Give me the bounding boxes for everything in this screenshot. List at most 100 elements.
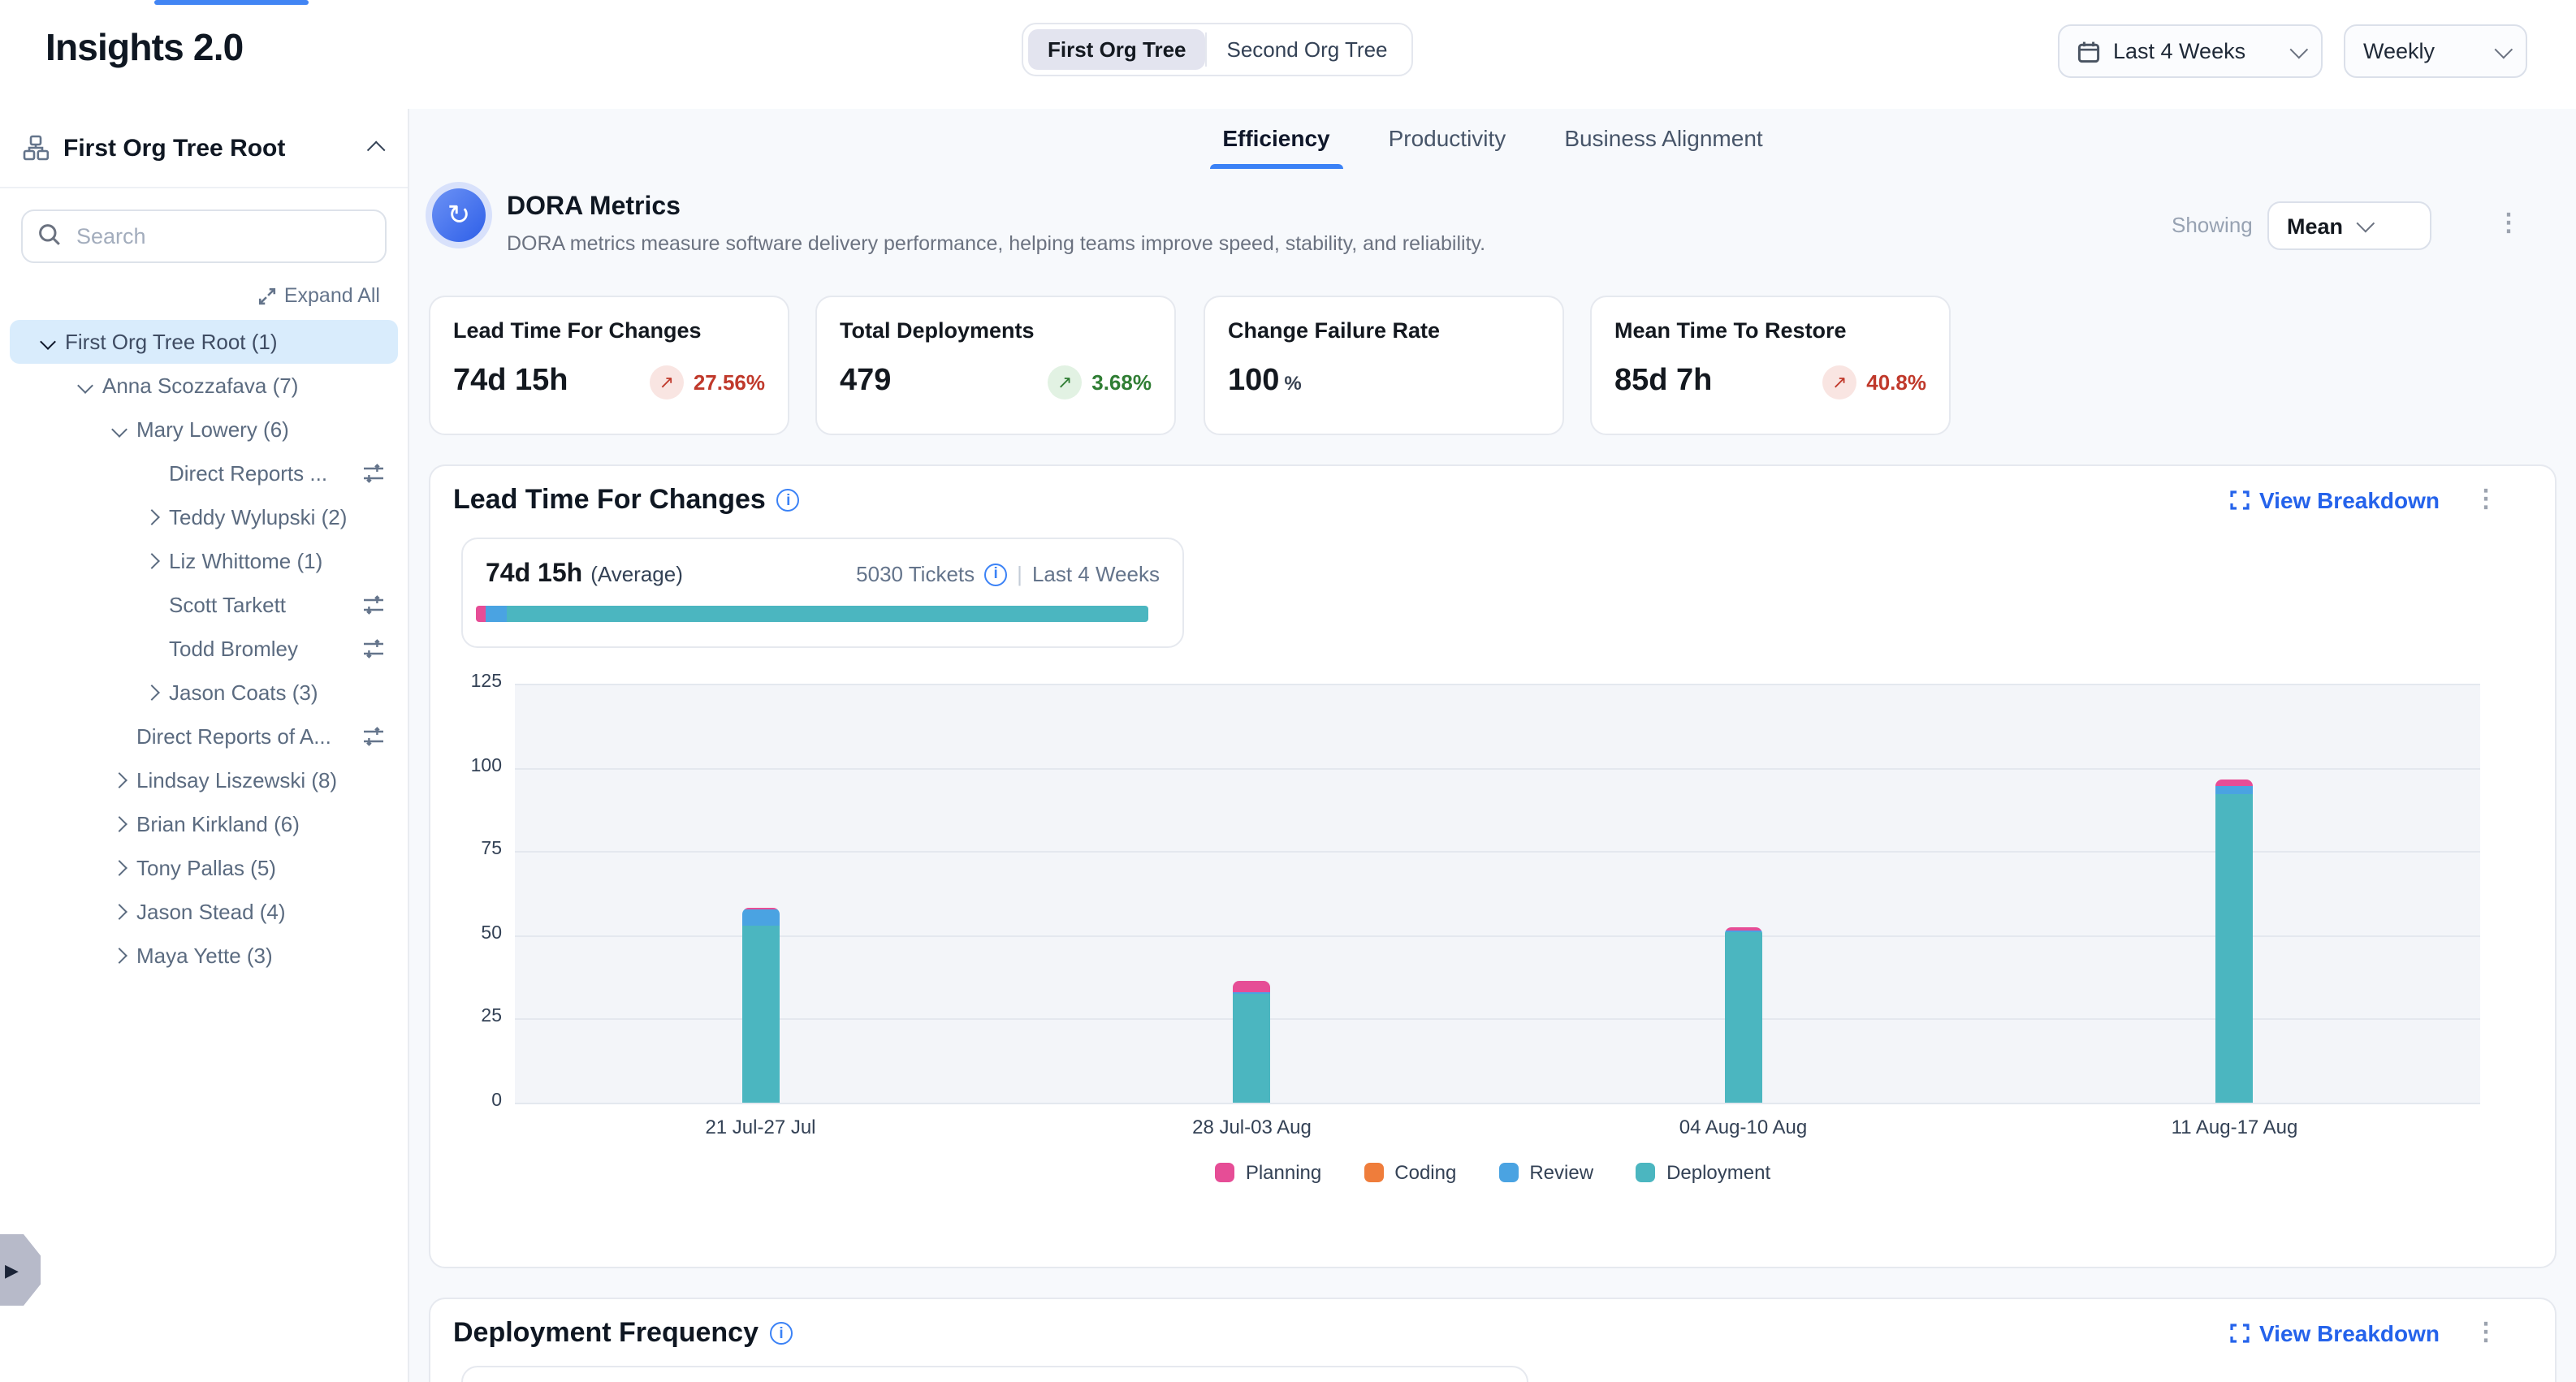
info-icon[interactable]: i [777,489,800,512]
tree-item-anna-scozzafava-7[interactable]: Anna Scozzafava (7) [10,364,398,408]
deployment-frequency-kebab-menu[interactable]: ⋮ [2474,1320,2498,1345]
legend-label: Review [1529,1161,1593,1184]
dora-metrics-description: DORA metrics measure software delivery p… [507,232,1485,255]
tab-efficiency[interactable]: Efficiency [1222,109,1329,169]
filter-sliders-icon[interactable] [362,638,385,659]
tree-item-label: Scott Tarkett [169,593,286,617]
lead-time-kebab-menu[interactable]: ⋮ [2474,487,2498,512]
tab-business-alignment[interactable]: Business Alignment [1564,109,1762,169]
tree-item-label: Direct Reports of A... [136,724,331,749]
legend-item-review[interactable]: Review [1498,1161,1593,1184]
chevron-right-icon[interactable] [107,818,130,830]
y-tick-label: 125 [430,672,502,692]
dora-kebab-menu[interactable]: ⋮ [2496,211,2521,235]
expand-all-button[interactable]: Expand All [0,284,380,307]
bar-segment-deployment [1234,994,1271,1103]
tree-item-label: Maya Yette (3) [136,944,273,968]
tree-item-teddy-wylupski-2[interactable]: Teddy Wylupski (2) [10,495,398,539]
legend-item-coding[interactable]: Coding [1364,1161,1456,1184]
tree-item-brian-kirkland-6[interactable]: Brian Kirkland (6) [10,802,398,846]
org-tree-icon [23,135,49,161]
granularity-select[interactable]: Weekly [2344,24,2527,78]
lead-time-view-breakdown[interactable]: View Breakdown [2230,487,2440,513]
legend-swatch [1215,1163,1234,1182]
chevron-right-icon[interactable] [140,687,162,698]
chart-bar-2[interactable] [1234,981,1271,1103]
bar-segment-planning [1234,981,1271,991]
summary-period: Last 4 Weeks [1032,562,1160,586]
deployment-frequency-view-breakdown[interactable]: View Breakdown [2230,1320,2440,1346]
view-breakdown-label: View Breakdown [2259,1320,2440,1346]
chevron-down-icon[interactable] [107,424,130,435]
chevron-right-icon[interactable] [107,906,130,918]
showing-select[interactable]: Mean [2267,201,2431,250]
trend-percent: 3.68% [1091,369,1152,394]
chevron-right-icon[interactable] [107,862,130,874]
chart-legend: Planning Coding Review Deployment [430,1161,2555,1184]
org-tree-toggle-second[interactable]: Second Org Tree [1208,29,1407,70]
tree-item-first-org-tree-root-1[interactable]: First Org Tree Root (1) [10,320,398,364]
tree-item-direct-reports[interactable]: Direct Reports ... [10,451,398,495]
tree-item-mary-lowery-6[interactable]: Mary Lowery (6) [10,408,398,451]
tree-item-label: Direct Reports ... [169,461,327,486]
metric-card-title: Lead Time For Changes [453,318,765,343]
info-icon[interactable]: i [770,1322,793,1345]
tree-item-tony-pallas-5[interactable]: Tony Pallas (5) [10,846,398,890]
chart-bar-3[interactable] [1725,927,1762,1103]
date-range-select[interactable]: Last 4 Weeks [2058,24,2323,78]
tree-item-scott-tarkett[interactable]: Scott Tarkett [10,583,398,627]
deployment-frequency-panel: Deployment Frequency i View Breakdown ⋮ [429,1298,2557,1382]
summary-bar-segment-review [486,606,507,622]
chevron-up-icon[interactable] [367,141,386,160]
legend-item-deployment[interactable]: Deployment [1636,1161,1770,1184]
tree-item-todd-bromley[interactable]: Todd Bromley [10,627,398,671]
org-tree-toggle-first[interactable]: First Org Tree [1028,29,1206,70]
triangle-right-icon: ▶ [5,1259,19,1281]
chevron-right-icon[interactable] [107,950,130,961]
chart-bar-1[interactable] [742,908,780,1103]
chevron-down-icon[interactable] [36,336,58,348]
filter-sliders-icon[interactable] [362,594,385,615]
main-content: Efficiency Productivity Business Alignment… [409,109,2576,1382]
filter-sliders-icon[interactable] [362,463,385,484]
filter-sliders-icon[interactable] [362,726,385,747]
metric-card-value: 479 [840,364,891,399]
legend-item-planning[interactable]: Planning [1215,1161,1321,1184]
org-tree-sidebar: First Org Tree Root Expand All First Org… [0,109,409,1382]
top-loading-bar [154,0,309,5]
tree-item-jason-coats-3[interactable]: Jason Coats (3) [10,671,398,715]
tree-item-liz-whittome-1[interactable]: Liz Whittome (1) [10,539,398,583]
chevron-down-icon[interactable] [73,380,96,391]
deployment-summary-card-partial [461,1366,1528,1382]
trend-badge: ↗40.8% [1822,365,1926,399]
tree-item-jason-stead-4[interactable]: Jason Stead (4) [10,890,398,934]
sidebar-header[interactable]: First Org Tree Root [0,109,408,188]
summary-stacked-bar [476,606,1148,622]
chart-bar-4[interactable] [2216,780,2254,1103]
tab-productivity[interactable]: Productivity [1389,109,1506,169]
gridline [515,1103,2480,1104]
chevron-right-icon[interactable] [140,512,162,523]
bar-segment-planning [2216,780,2254,785]
chevron-right-icon[interactable] [140,555,162,567]
showing-label: Showing [2172,213,2253,237]
info-icon[interactable]: i [984,563,1007,585]
metric-card-value: 74d 15h [453,364,568,399]
gridline [515,1019,2480,1021]
legend-swatch [1364,1163,1383,1182]
trend-badge: ↗3.68% [1048,365,1152,399]
metric-card-unit: % [1284,372,1301,395]
tree-item-maya-yette-3[interactable]: Maya Yette (3) [10,934,398,978]
sidebar-collapse-handle[interactable]: ▶ [0,1234,41,1306]
tree-item-label: Brian Kirkland (6) [136,812,300,836]
metric-card-value: 100% [1228,364,1302,399]
tree-item-direct-reports-of-a[interactable]: Direct Reports of A... [10,715,398,758]
x-tick-label: 28 Jul-03 Aug [1139,1116,1366,1138]
tree-item-label: Mary Lowery (6) [136,417,289,442]
search-icon [37,222,62,247]
search-input[interactable] [21,209,387,263]
chevron-right-icon[interactable] [107,775,130,786]
tree-item-lindsay-liszewski-8[interactable]: Lindsay Liszewski (8) [10,758,398,802]
metric-card-title: Change Failure Rate [1228,318,1540,343]
lead-time-summary-card: 74d 15h (Average) 5030 Tickets i | Last … [461,538,1184,648]
